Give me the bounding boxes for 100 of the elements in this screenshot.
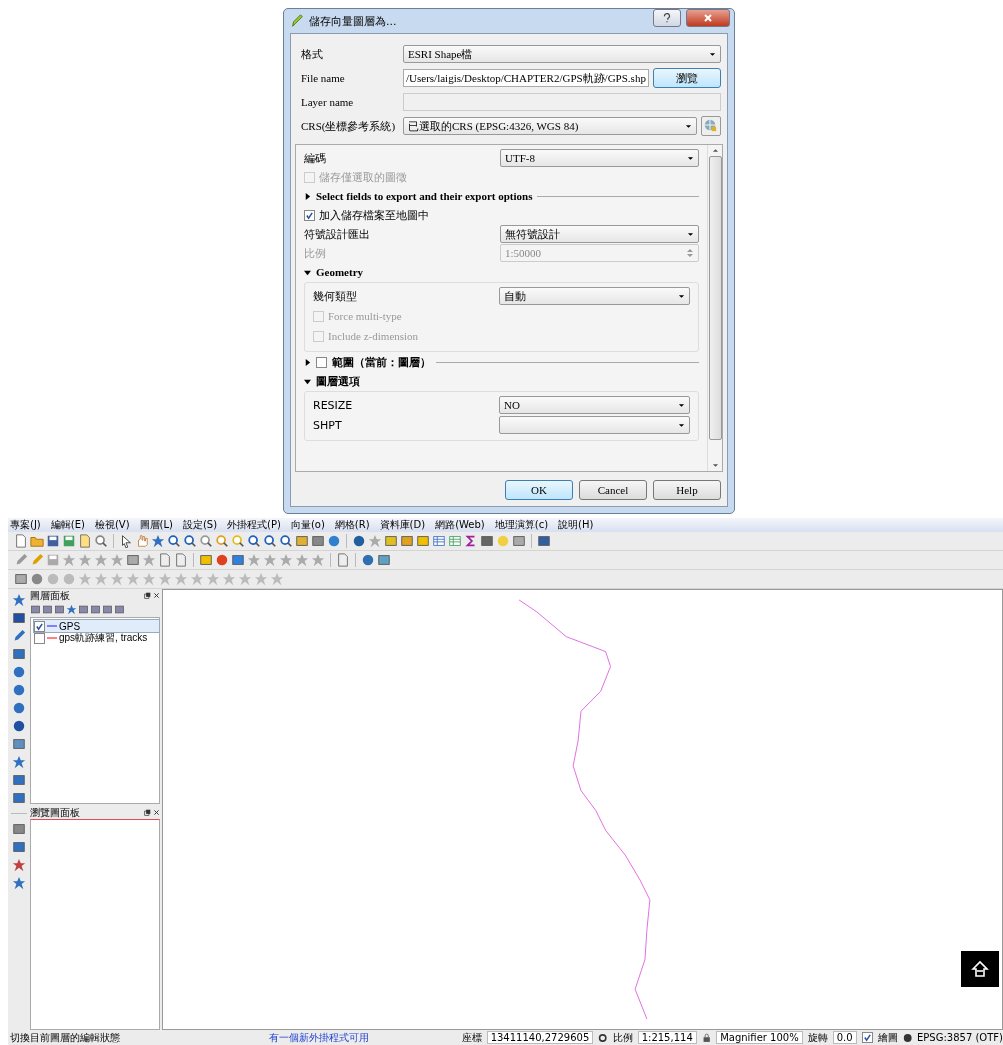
table-icon[interactable] [432,534,446,548]
browse-button[interactable]: 瀏覽 [653,68,721,88]
magnifier-field[interactable]: Magnifier 100% [716,1031,803,1044]
expand-arrow-icon[interactable] [304,192,311,200]
crs-status[interactable]: EPSG:3857 (OTF) [917,1032,1003,1043]
dropdown[interactable] [499,416,690,434]
checkbox-label: Force multi-type [328,310,402,322]
trash-icon[interactable] [126,553,140,567]
checkbox-label: Include z-dimension [328,330,419,342]
file-name-field[interactable]: /Users/laigis/Desktop/CHAPTER2/GPS軌跡/GPS.shp [403,69,649,87]
lock-icon[interactable] [701,1032,712,1043]
group-title[interactable]: 圖層選項 [316,373,360,389]
zoom-in-icon[interactable] [167,534,181,548]
zoom-icon[interactable] [247,534,261,548]
menu-item[interactable]: 地理演算(c) [494,518,549,532]
field-label: CRS(坐標參考系統) [301,118,397,134]
table-icon[interactable] [448,534,462,548]
dropdown[interactable]: 無符號設計 [500,225,699,243]
zoom-selection-icon[interactable] [231,534,245,548]
scale-label: 比例 [612,1030,633,1045]
float-icon[interactable] [144,809,151,816]
menu-item[interactable]: 檢視(V) [94,518,130,532]
dropdown[interactable]: ESRI Shape檔 [403,45,721,63]
close-button[interactable] [686,9,730,27]
scale-field[interactable]: 1:215,114 [637,1031,697,1044]
caret-icon [678,422,685,428]
pencil-icon [290,14,304,28]
checkbox[interactable] [316,356,327,368]
print-preview-icon[interactable] [94,534,108,548]
layer-item[interactable]: GPS [34,620,159,632]
menu-item[interactable]: 設定(S) [182,518,218,532]
section-title[interactable]: Select fields to export and their export options [316,190,533,202]
dialog-button[interactable]: Cancel [579,480,647,500]
dropdown[interactable]: 已選取的CRS (EPSG:4326, WGS 84) [403,117,697,135]
save-icon[interactable] [46,534,60,548]
filter-icon[interactable] [66,604,77,615]
menu-item[interactable]: 說明(H) [558,518,594,532]
scroll-thumb[interactable] [708,156,722,440]
add-line-icon[interactable] [12,629,26,643]
zoom-last-icon[interactable] [263,534,277,548]
zoom-next-icon[interactable] [279,534,293,548]
expand-arrow-icon[interactable] [304,358,311,366]
window-title: 儲存向量圖層為... [309,13,398,29]
checkbox[interactable] [304,209,315,221]
collapse-arrow-icon[interactable] [304,377,311,385]
menu-item[interactable]: 圖層(L) [139,518,173,532]
zoom-icon[interactable] [199,534,213,548]
field-label: Layer name [301,96,355,108]
pencil-icon[interactable] [14,553,28,567]
help-button[interactable] [653,9,681,27]
crs-select-button[interactable] [701,116,721,136]
close-icon [703,13,713,23]
sigma-icon[interactable] [464,534,478,548]
caret-icon [678,402,685,408]
group-title[interactable]: Geometry [316,266,364,278]
checkbox-label: 儲存僅選取的圖徵 [319,169,407,185]
caret-icon [687,231,694,237]
new-page-icon[interactable] [78,534,92,548]
section-title[interactable]: 範圍（當前：圖層） [332,354,431,370]
checkbox[interactable] [34,620,45,632]
float-icon[interactable] [144,592,151,599]
scrollbar[interactable] [707,145,722,471]
menu-item[interactable]: 向量(o) [290,518,325,532]
close-icon[interactable] [153,592,160,599]
zoom-full-icon[interactable] [215,534,229,548]
dropdown[interactable]: NO [499,396,690,414]
menu-item[interactable]: 專案(J) [10,518,41,532]
dialog-button[interactable]: OK [505,480,573,500]
new-file-icon[interactable] [14,534,28,548]
question-icon [662,13,672,23]
scroll-down-icon [711,463,719,468]
folder-icon[interactable] [30,534,44,548]
menu-item[interactable]: 網格(R) [334,518,370,532]
field-label: 幾何類型 [313,288,358,304]
caret-icon [678,293,685,299]
zoom-out-icon[interactable] [183,534,197,548]
menu-item[interactable]: 資料庫(D) [379,518,426,532]
save-as-icon[interactable] [62,534,76,548]
collapse-arrow-icon[interactable] [304,268,311,276]
dropdown[interactable]: 自動 [499,287,690,305]
checkbox[interactable] [34,632,45,644]
checkbox[interactable] [861,1032,873,1043]
dropdown[interactable]: UTF-8 [500,149,699,167]
rotation-field[interactable]: 0.0 [832,1031,857,1044]
menu-item[interactable]: 外掛程式(P) [227,518,281,532]
home-button[interactable] [961,951,999,987]
field-label: File name [301,72,346,84]
menu-item[interactable]: 網路(Web) [435,518,485,532]
menu-item[interactable]: 編輯(E) [50,518,85,532]
caret-icon [709,51,716,57]
rotation-label: 旋轉 [807,1030,828,1045]
panel-title: 瀏覽圖面板 [30,805,81,820]
layer-item[interactable]: gps軌跡練習, tracks [34,632,159,644]
select-arrow-icon[interactable] [119,534,133,548]
dialog-button[interactable]: Help [653,480,721,500]
field-label: 格式 [301,46,324,62]
spin-arrows-icon [686,247,694,259]
coordinate-field[interactable]: 13411140,2729605 [486,1031,594,1044]
plugin-update-link[interactable]: 有一個新外掛程式可用 [268,1030,457,1045]
close-icon[interactable] [153,809,160,816]
